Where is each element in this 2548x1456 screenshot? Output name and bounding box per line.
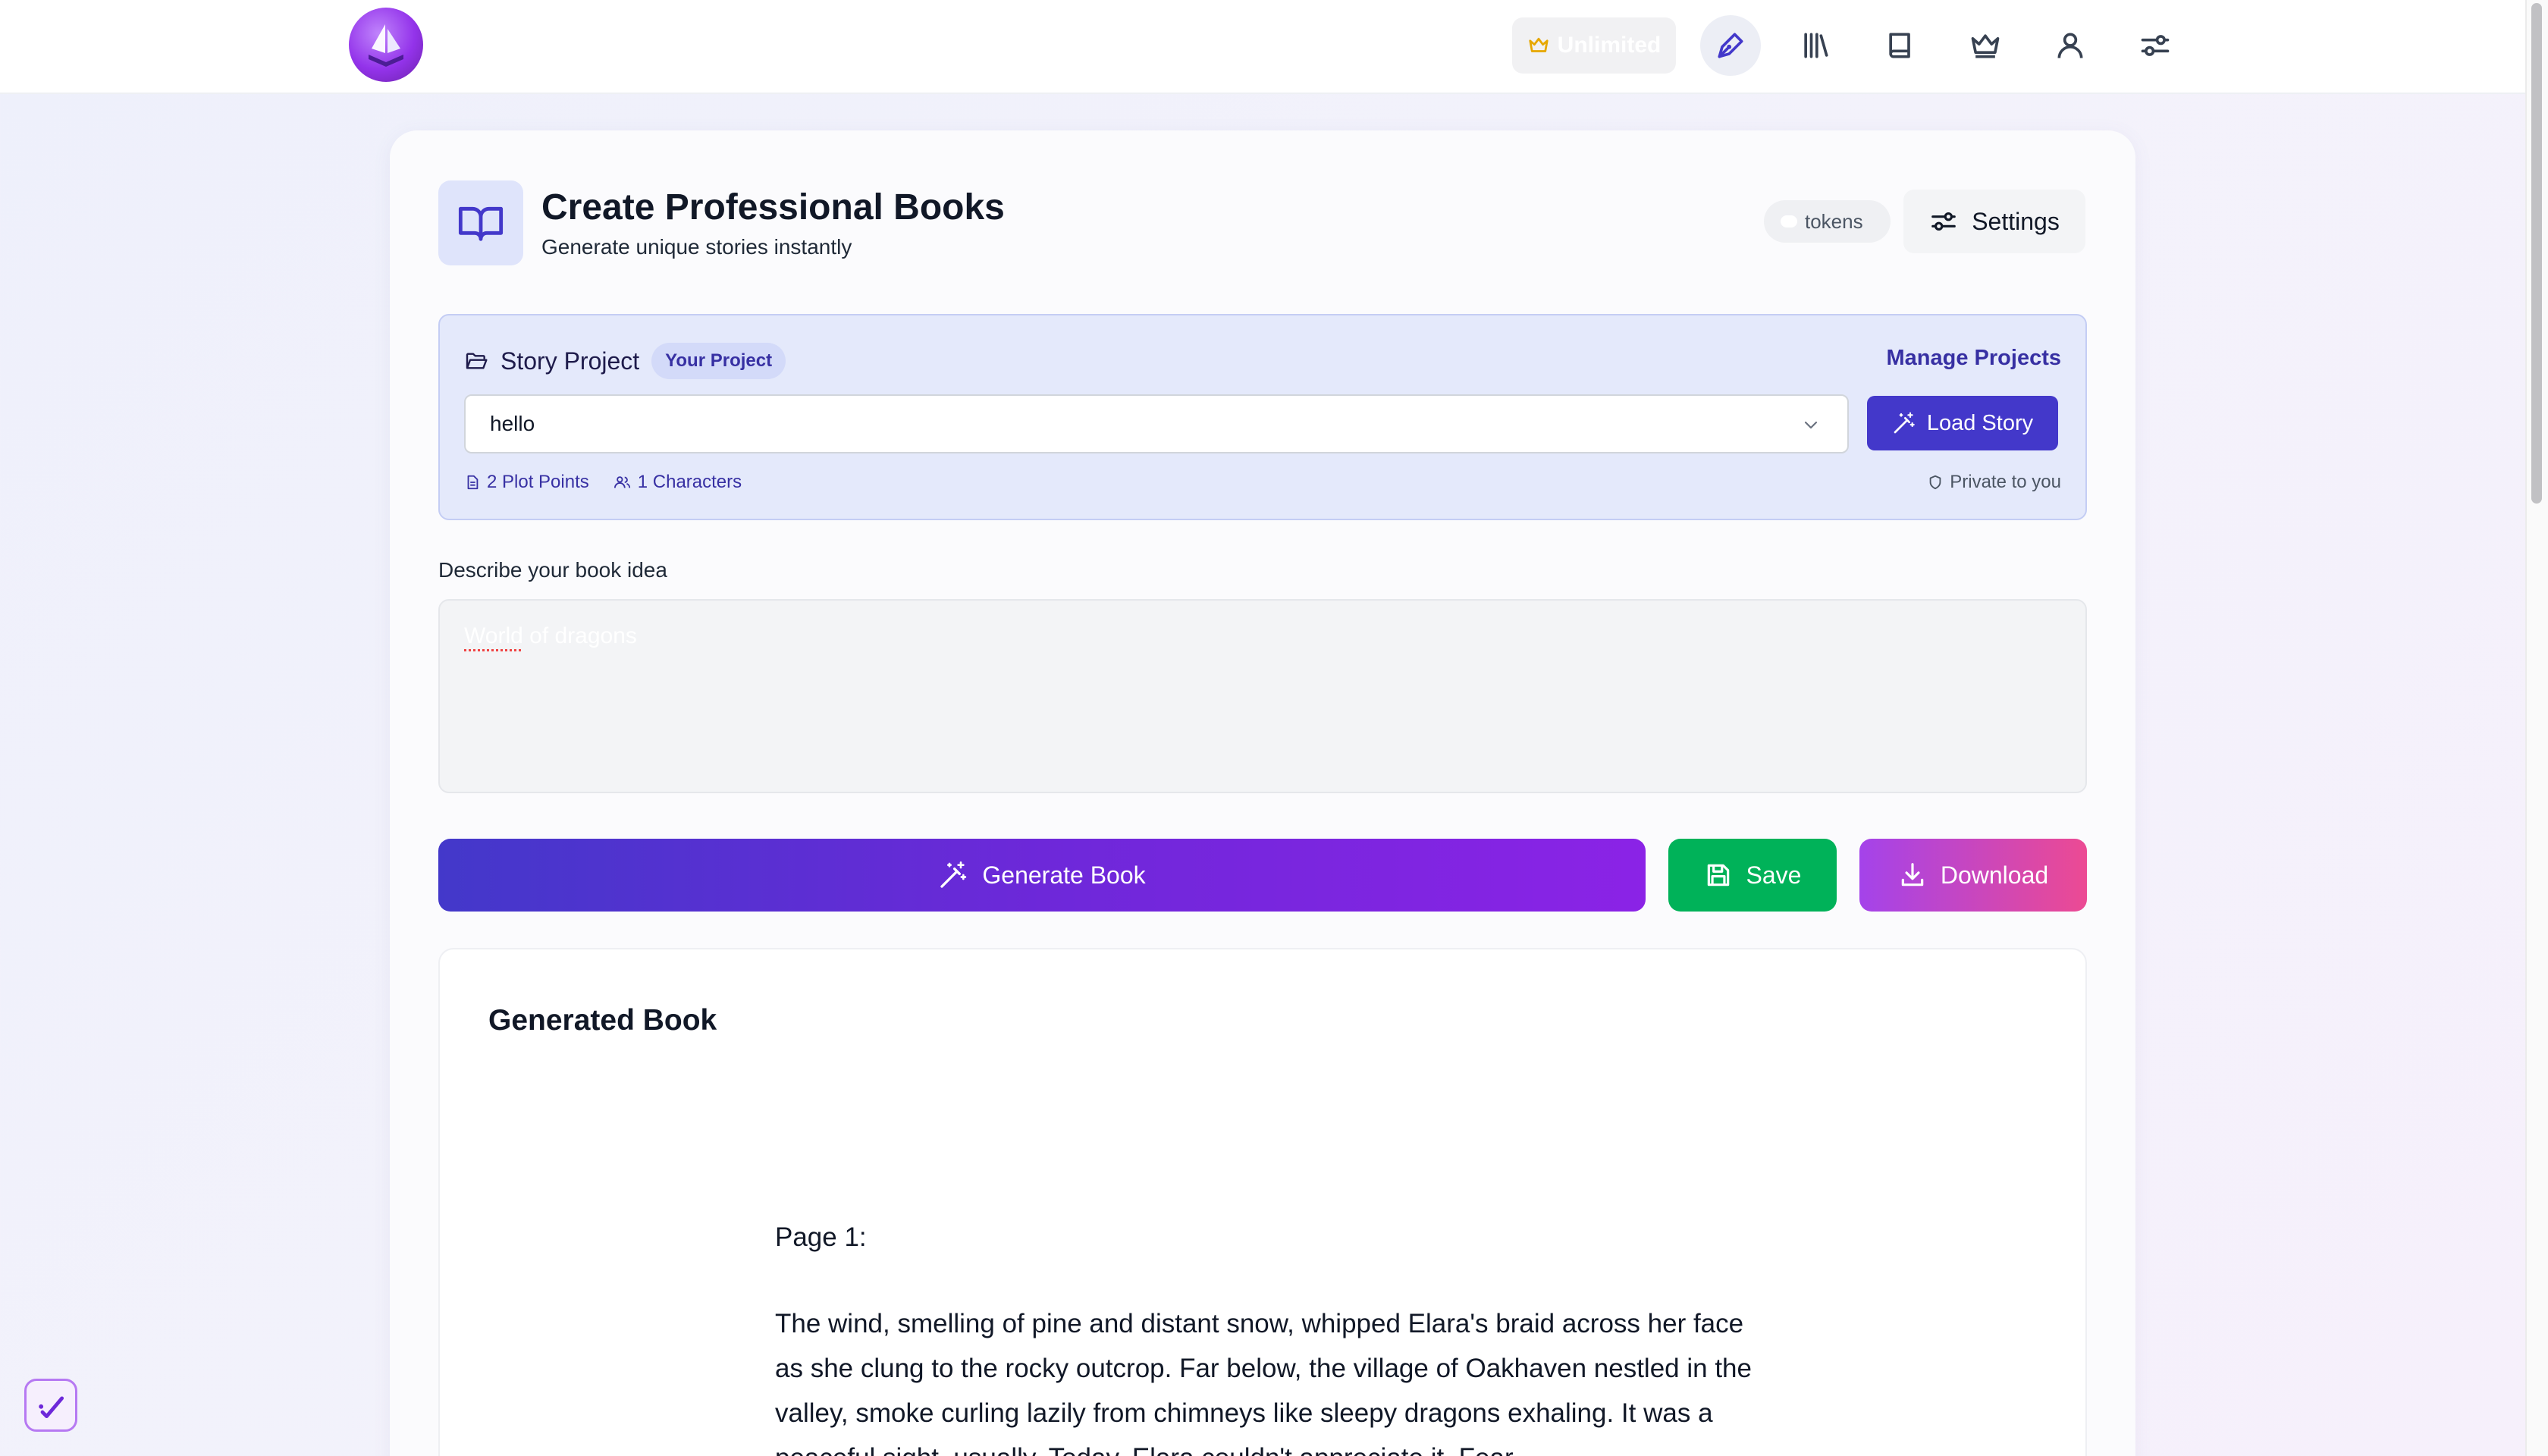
nav-premium[interactable] <box>1955 15 2016 76</box>
privacy-label: Private to you <box>1950 472 2061 492</box>
idea-text-word: World <box>464 623 523 648</box>
check-pen-icon <box>39 1396 64 1419</box>
save-label: Save <box>1746 861 1802 889</box>
load-story-button[interactable]: Load Story <box>1867 396 2058 450</box>
settings-button[interactable]: Settings <box>1903 190 2085 253</box>
sliders-icon <box>1931 212 1956 231</box>
open-book-icon <box>438 180 523 265</box>
crown-icon <box>1971 34 2000 58</box>
nav-settings[interactable] <box>2125 15 2186 76</box>
main-card: Create Professional Books Generate uniqu… <box>390 130 2135 1456</box>
nav-actions: Unlimited <box>1512 15 2186 76</box>
story-project-panel: Story Project Your Project Manage Projec… <box>438 314 2087 520</box>
project-badge: Your Project <box>651 343 786 379</box>
chevron-down-icon <box>1804 421 1818 429</box>
project-meta: 2 Plot Points 1 Characters <box>464 472 742 493</box>
user-icon <box>2057 33 2083 58</box>
nav-library[interactable] <box>1785 15 1846 76</box>
page-title: Create Professional Books <box>541 187 1005 228</box>
app-logo[interactable] <box>349 8 423 82</box>
characters-stat: 1 Characters <box>613 472 742 493</box>
unlimited-badge[interactable]: Unlimited <box>1512 17 1676 74</box>
download-button[interactable]: Download <box>1859 839 2087 912</box>
project-select[interactable]: hello <box>464 394 1849 453</box>
idea-text-rest: of dragons <box>522 623 637 648</box>
page-number-label: Page 1: <box>775 1222 867 1252</box>
magic-wand-icon <box>940 861 967 888</box>
scrollbar-thumb[interactable] <box>2531 3 2542 504</box>
plot-points-label: 2 Plot Points <box>487 472 589 492</box>
nav-write[interactable] <box>1700 15 1761 76</box>
assistant-fab[interactable] <box>24 1379 77 1432</box>
folder-open-icon <box>466 353 488 369</box>
manage-projects-link[interactable]: Manage Projects <box>1887 346 2061 371</box>
document-icon <box>467 475 479 490</box>
idea-textarea[interactable]: World of dragons <box>438 599 2087 793</box>
tokens-badge: tokens <box>1764 200 1891 243</box>
characters-label: 1 Characters <box>637 472 742 492</box>
top-nav: Unlimited <box>0 0 2525 94</box>
project-select-value: hello <box>490 412 535 435</box>
library-icon <box>1804 33 1828 58</box>
shield-icon <box>1929 475 1941 490</box>
page-subtitle: Generate unique stories instantly <box>541 235 852 259</box>
project-header: Story Project Your Project <box>464 343 786 379</box>
nav-profile[interactable] <box>2040 15 2101 76</box>
save-button[interactable]: Save <box>1668 839 1837 912</box>
load-story-label: Load Story <box>1926 410 2034 435</box>
save-icon <box>1707 864 1729 886</box>
privacy-note: Private to you <box>1927 472 2061 493</box>
project-title: Story Project <box>500 347 640 375</box>
generate-book-label: Generate Book <box>982 861 1146 889</box>
unlimited-label: Unlimited <box>1557 33 1662 58</box>
book-ship-icon <box>369 24 403 67</box>
download-label: Download <box>1940 861 2049 889</box>
settings-label: Settings <box>1972 207 2060 235</box>
book-icon <box>1889 33 1910 58</box>
idea-label: Describe your book idea <box>438 558 667 582</box>
users-icon <box>613 476 630 488</box>
sliders-icon <box>2141 35 2170 56</box>
generate-book-button[interactable]: Generate Book <box>438 839 1646 912</box>
download-icon <box>1901 863 1924 886</box>
generated-book-panel: Generated Book Page 1: The wind, smellin… <box>438 948 2087 1456</box>
tokens-count-placeholder <box>1781 215 1797 228</box>
generated-book-heading: Generated Book <box>488 1004 717 1037</box>
magic-wand-icon <box>1894 412 1915 434</box>
pen-icon <box>1718 33 1743 58</box>
crown-icon <box>1529 37 1549 52</box>
plot-points-stat: 2 Plot Points <box>464 472 589 493</box>
tokens-label: tokens <box>1805 209 1863 233</box>
book-page-text: The wind, smelling of pine and distant s… <box>775 1309 1752 1456</box>
nav-book[interactable] <box>1870 15 1931 76</box>
